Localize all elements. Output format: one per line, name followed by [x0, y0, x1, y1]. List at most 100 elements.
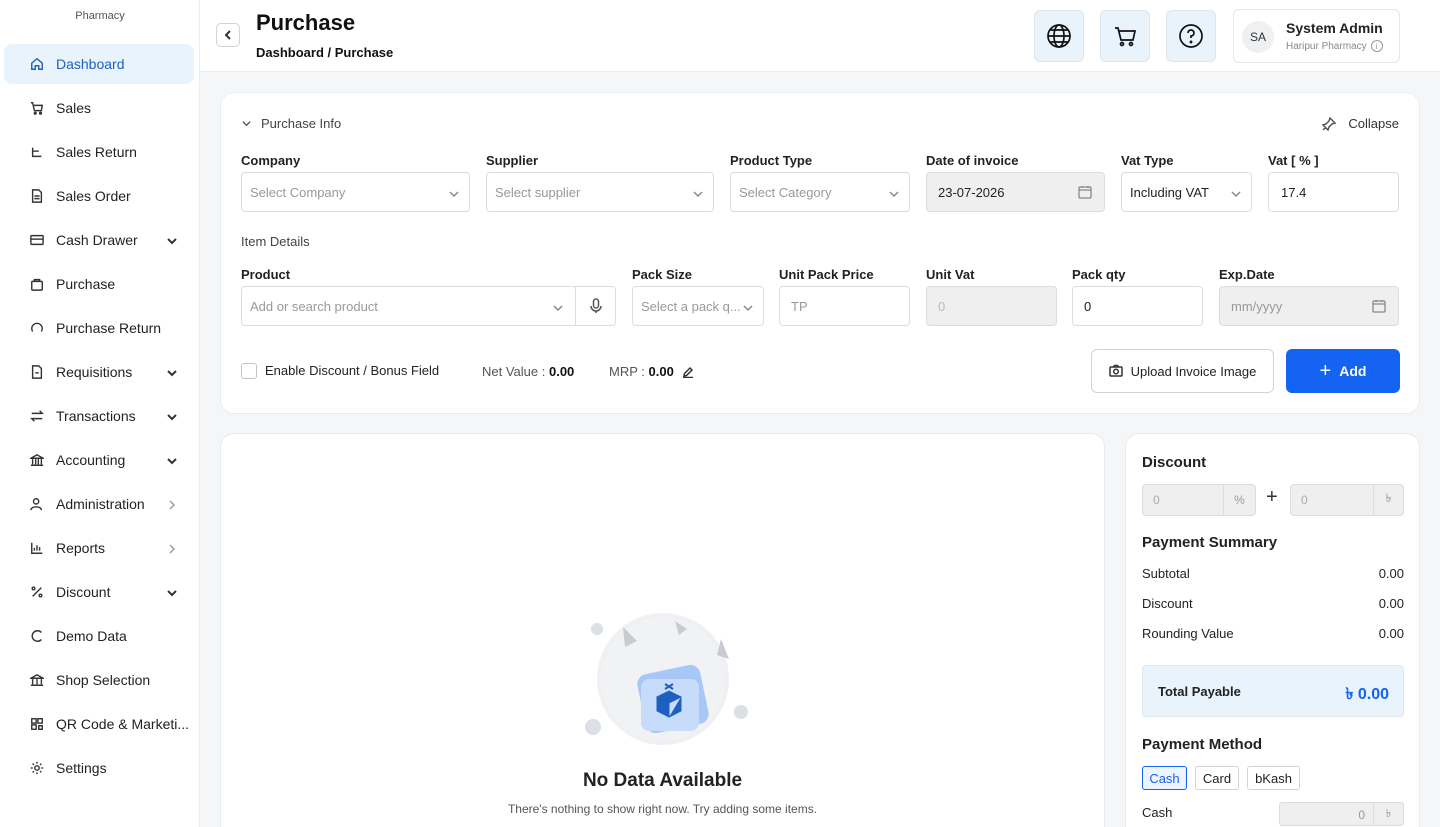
product-type-select[interactable]: Select Category — [730, 172, 910, 212]
exp-date-input[interactable]: mm/yyyy — [1219, 286, 1399, 326]
page-header: Purchase Dashboard / Purchase SA System … — [200, 0, 1440, 72]
net-value-amount: 0.00 — [548, 364, 575, 379]
language-button[interactable] — [1034, 10, 1084, 62]
cart-button[interactable] — [1100, 10, 1150, 62]
help-icon — [1179, 24, 1203, 48]
supplier-select[interactable]: Select supplier — [486, 172, 714, 212]
sidebar-item-discount[interactable]: Discount — [0, 570, 200, 614]
upload-invoice-button[interactable]: Upload Invoice Image — [1091, 349, 1274, 393]
sidebar-item-transactions[interactable]: Transactions — [0, 394, 200, 438]
sidebar-item-reports[interactable]: Reports — [0, 526, 200, 570]
enable-discount-label[interactable]: Enable Discount / Bonus Field — [265, 363, 439, 378]
unit-pack-price-input[interactable]: TP — [779, 286, 910, 326]
date-of-invoice-label: Date of invoice — [926, 153, 1019, 168]
sidebar-item-cash-drawer[interactable]: Cash Drawer — [0, 218, 200, 262]
discount-percent-value: 0 — [1153, 493, 1160, 507]
payment-method-bkash[interactable]: bKash — [1247, 766, 1300, 790]
supplier-label: Supplier — [486, 153, 539, 168]
chevron-down-icon — [166, 410, 178, 422]
back-button[interactable] — [216, 23, 240, 47]
sidebar-item-label: Settings — [56, 760, 107, 776]
sidebar-item-sales-order[interactable]: Sales Order — [0, 174, 200, 218]
company-select[interactable]: Select Company — [241, 172, 470, 212]
sidebar-item-demo-data[interactable]: Demo Data — [0, 614, 200, 658]
percent-icon — [28, 583, 46, 601]
breadcrumb[interactable]: Dashboard / Purchase — [256, 45, 393, 60]
edit-icon[interactable] — [682, 366, 694, 378]
info-icon: i — [1370, 40, 1383, 52]
sidebar-item-shop-selection[interactable]: Shop Selection — [0, 658, 200, 702]
chevron-down-icon — [166, 586, 178, 598]
collapse-button[interactable]: Collapse — [1322, 116, 1399, 131]
unit-vat-label: Unit Vat — [926, 267, 975, 282]
sidebar-nav: Dashboard Sales Sales Return Sales Order… — [0, 42, 200, 790]
user-gear-icon — [28, 495, 46, 513]
plus-icon: + — [1266, 486, 1278, 508]
total-payable-box: Total Payable ৳ 0.00 — [1142, 665, 1404, 717]
summary-row-value: 0.00 — [1378, 596, 1404, 611]
sidebar-item-settings[interactable]: Settings — [0, 746, 200, 790]
sidebar: Pharmacy Dashboard Sales Sales Return Sa… — [0, 0, 200, 827]
document-icon — [28, 187, 46, 205]
user-shop-name: Haripur Pharmacy — [1286, 40, 1367, 52]
add-label: Add — [1339, 363, 1367, 379]
summary-row-label: Discount — [1142, 596, 1193, 611]
sidebar-item-sales-return[interactable]: Sales Return — [0, 130, 200, 174]
empty-state-subtitle: There's nothing to show right now. Try a… — [507, 802, 818, 816]
summary-row-value: 0.00 — [1378, 566, 1404, 581]
discount-amount-input[interactable]: 0 ৳ — [1290, 484, 1404, 516]
sidebar-item-sales[interactable]: Sales — [0, 86, 200, 130]
empty-box-illustration — [585, 613, 748, 745]
company-label: Company — [241, 153, 301, 168]
vat-percent-input[interactable]: 17.4 — [1268, 172, 1399, 212]
discount-amount-value: 0 — [1301, 493, 1308, 507]
refresh-icon — [28, 319, 46, 337]
sidebar-item-label: Sales Return — [56, 144, 137, 160]
section-title: Purchase Info — [261, 116, 342, 131]
sidebar-item-administration[interactable]: Administration — [0, 482, 200, 526]
sidebar-item-qr-code[interactable]: QR Code & Marketi... — [0, 702, 200, 746]
sidebar-item-label: Sales — [56, 100, 92, 116]
pack-size-select[interactable]: Select a pack q... — [632, 286, 764, 326]
purchase-info-toggle[interactable]: Purchase Info — [241, 116, 341, 131]
user-menu[interactable]: SA System Admin Haripur Pharmacy i — [1233, 9, 1400, 63]
pack-qty-input[interactable]: 0 — [1072, 286, 1203, 326]
unit-vat-input[interactable]: 0 — [926, 286, 1057, 326]
sidebar-item-purchase-return[interactable]: Purchase Return — [0, 306, 200, 350]
vat-type-select[interactable]: Including VAT — [1121, 172, 1252, 212]
brand-logo — [84, 0, 116, 4]
sidebar-item-label: Requisitions — [56, 364, 133, 380]
vat-type-value: Including VAT — [1130, 184, 1210, 200]
chevron-down-icon — [553, 301, 563, 312]
mrp-amount: 0.00 — [648, 364, 674, 379]
sidebar-item-dashboard[interactable]: Dashboard — [4, 44, 194, 84]
payment-method-cash[interactable]: Cash — [1142, 766, 1187, 790]
chevron-left-icon — [224, 30, 231, 40]
help-button[interactable] — [1166, 10, 1216, 62]
upload-invoice-label: Upload Invoice Image — [1130, 363, 1257, 379]
sidebar-item-label: Accounting — [56, 452, 126, 468]
mrp-label: MRP : — [609, 364, 645, 379]
bank-icon — [28, 451, 46, 469]
net-value-label: Net Value : — [482, 364, 546, 379]
chevron-down-icon — [449, 187, 459, 198]
return-icon — [28, 143, 46, 161]
chart-icon — [28, 539, 46, 557]
sidebar-item-label: Purchase — [56, 276, 116, 292]
discount-percent-input[interactable]: 0 % — [1142, 484, 1256, 516]
total-payable-label: Total Payable — [1158, 684, 1241, 699]
taka-suffix: ৳ — [1373, 485, 1403, 515]
enable-discount-checkbox[interactable] — [241, 363, 257, 379]
add-button[interactable]: + Add — [1286, 349, 1400, 393]
date-of-invoice-field[interactable]: 23-07-2026 — [926, 172, 1105, 212]
product-search-input[interactable]: Add or search product — [241, 286, 616, 326]
company-placeholder: Select Company — [250, 184, 346, 200]
sidebar-item-accounting[interactable]: Accounting — [0, 438, 200, 482]
payment-method-card[interactable]: Card — [1195, 766, 1239, 790]
chevron-right-icon — [166, 542, 178, 554]
sidebar-item-purchase[interactable]: Purchase — [0, 262, 200, 306]
voice-search-button[interactable] — [575, 287, 615, 325]
summary-row-subtotal: Subtotal 0.00 — [1142, 566, 1404, 581]
sidebar-item-requisitions[interactable]: Requisitions — [0, 350, 200, 394]
cash-amount-input[interactable]: 0 ৳ — [1279, 802, 1404, 826]
